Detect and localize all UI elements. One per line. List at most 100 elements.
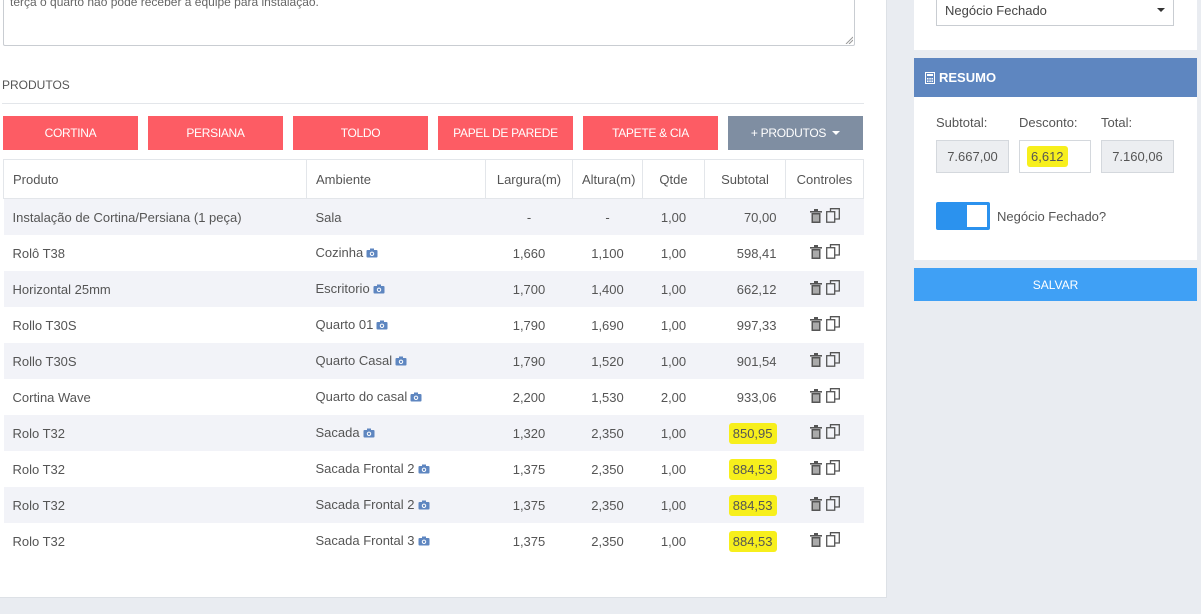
papel-de-parede-button[interactable]: PAPEL DE PAREDE	[438, 116, 573, 150]
trash-icon[interactable]	[809, 496, 822, 514]
cell-ambiente: Escritorio	[306, 271, 486, 307]
trash-icon[interactable]	[809, 532, 822, 550]
resumo-title: RESUMO	[939, 70, 997, 85]
tapete-button[interactable]: TAPETE & CIA	[583, 116, 718, 150]
chevron-down-icon	[1157, 8, 1165, 12]
header-ambiente[interactable]: Ambiente	[306, 159, 486, 199]
save-button[interactable]: SALVAR	[914, 268, 1197, 301]
cell-ambiente: Quarto Casal	[306, 343, 486, 379]
cell-produto: Rolo T32	[3, 415, 307, 451]
cell-produto: Cortina Wave	[3, 379, 307, 415]
header-subtotal[interactable]: Subtotal	[704, 159, 786, 199]
camera-icon[interactable]	[376, 318, 388, 333]
ambiente-text: Sala	[315, 209, 342, 225]
copy-icon[interactable]	[825, 388, 840, 406]
table-row: Rolo T32 Sacada Frontal 3 1,375 2,350 1,00 88…	[3, 523, 864, 559]
cell-largura: 1,790	[485, 307, 573, 343]
cell-altura: 2,350	[572, 451, 643, 487]
ambiente-text: Sacada Frontal 2	[315, 461, 415, 476]
cell-largura: 1,790	[485, 343, 573, 379]
cell-controles	[785, 487, 864, 523]
copy-icon[interactable]	[825, 496, 840, 514]
table-header-row: Produto Ambiente Largura(m) Altura(m) Qt…	[3, 159, 864, 199]
camera-icon[interactable]	[366, 246, 378, 261]
persiana-button[interactable]: PERSIANA	[148, 116, 283, 150]
observacoes-textarea[interactable]: terça o quarto não pode receber a equipe…	[3, 0, 855, 46]
header-produto[interactable]: Produto	[3, 159, 307, 199]
trash-icon[interactable]	[809, 244, 822, 262]
trash-icon[interactable]	[809, 280, 822, 298]
table-row: Instalação de Cortina/Persiana (1 peça) S…	[3, 198, 864, 235]
table-row: Cortina Wave Quarto do casal 2,200 1,530 2,0…	[3, 379, 864, 415]
camera-icon[interactable]	[418, 534, 430, 549]
subtotal-value: 901,54	[736, 353, 777, 369]
main-panel: terça o quarto não pode receber a equipe…	[0, 0, 887, 598]
trash-icon[interactable]	[809, 316, 822, 334]
header-largura[interactable]: Largura(m)	[485, 159, 573, 199]
cell-controles	[785, 343, 864, 379]
header-qtde[interactable]: Qtde	[642, 159, 705, 199]
camera-icon[interactable]	[395, 354, 407, 369]
ambiente-text: Quarto Casal	[315, 353, 393, 368]
copy-icon[interactable]	[825, 424, 840, 442]
cell-altura: 2,350	[572, 415, 643, 451]
resumo-header: RESUMO	[914, 58, 1197, 97]
cell-qtde: 1,00	[642, 451, 705, 487]
table-row: Rollo T30S Quarto 01 1,790 1,690 1,00 997,33	[3, 307, 864, 343]
cell-qtde: 2,00	[642, 379, 705, 415]
cell-largura: 1,375	[485, 451, 573, 487]
copy-icon[interactable]	[825, 208, 840, 226]
camera-icon[interactable]	[373, 282, 385, 297]
trash-icon[interactable]	[809, 424, 822, 442]
section-divider	[2, 103, 864, 104]
cell-controles	[785, 379, 864, 415]
cell-altura: 2,350	[572, 523, 643, 559]
camera-icon[interactable]	[363, 426, 375, 441]
more-products-button[interactable]: + PRODUTOS	[728, 116, 863, 150]
camera-icon[interactable]	[418, 498, 430, 513]
cell-produto: Rolo T32	[3, 523, 307, 559]
cell-subtotal: 997,33	[704, 307, 786, 343]
resize-handle-icon[interactable]	[845, 36, 853, 44]
negocio-fechado-toggle[interactable]	[936, 202, 990, 230]
cell-largura: 1,700	[485, 271, 573, 307]
copy-icon[interactable]	[825, 532, 840, 550]
ambiente-text: Sacada	[315, 425, 360, 440]
status-select[interactable]: Negócio Fechado	[936, 0, 1174, 26]
cell-largura: 1,320	[485, 415, 573, 451]
cortina-button[interactable]: CORTINA	[3, 116, 138, 150]
subtotal-value: 884,53	[728, 458, 777, 480]
observacoes-text: terça o quarto não pode receber a equipe…	[10, 0, 319, 9]
camera-icon[interactable]	[418, 462, 430, 477]
cell-altura: -	[572, 198, 643, 235]
copy-icon[interactable]	[825, 280, 840, 298]
cell-ambiente: Sacada Frontal 3	[306, 523, 486, 559]
trash-icon[interactable]	[809, 352, 822, 370]
copy-icon[interactable]	[825, 316, 840, 334]
ambiente-text: Sacada Frontal 2	[315, 497, 415, 512]
cell-subtotal: 598,41	[704, 235, 786, 271]
cell-qtde: 1,00	[642, 271, 705, 307]
cell-subtotal: 933,06	[704, 379, 786, 415]
cell-altura: 1,100	[572, 235, 643, 271]
copy-icon[interactable]	[825, 244, 840, 262]
cell-controles	[785, 198, 864, 235]
copy-icon[interactable]	[825, 460, 840, 478]
cell-produto: Rolo T32	[3, 487, 307, 523]
trash-icon[interactable]	[809, 460, 822, 478]
trash-icon[interactable]	[809, 208, 822, 226]
cell-produto: Rollo T30S	[3, 343, 307, 379]
more-products-label: + PRODUTOS	[750, 126, 827, 140]
desconto-field[interactable]: 6,612	[1019, 140, 1091, 173]
subtotal-value: 997,33	[736, 317, 777, 333]
camera-icon[interactable]	[410, 390, 422, 405]
subtotal-value: 884,53	[728, 530, 777, 552]
header-altura[interactable]: Altura(m)	[572, 159, 643, 199]
copy-icon[interactable]	[825, 352, 840, 370]
toldo-button[interactable]: TOLDO	[293, 116, 428, 150]
calculator-icon	[925, 71, 935, 84]
subtotal-value: 70,00	[743, 209, 777, 225]
total-label: Total:	[1101, 115, 1133, 130]
trash-icon[interactable]	[809, 388, 822, 406]
produtos-section-title: PRODUTOS	[2, 78, 70, 92]
